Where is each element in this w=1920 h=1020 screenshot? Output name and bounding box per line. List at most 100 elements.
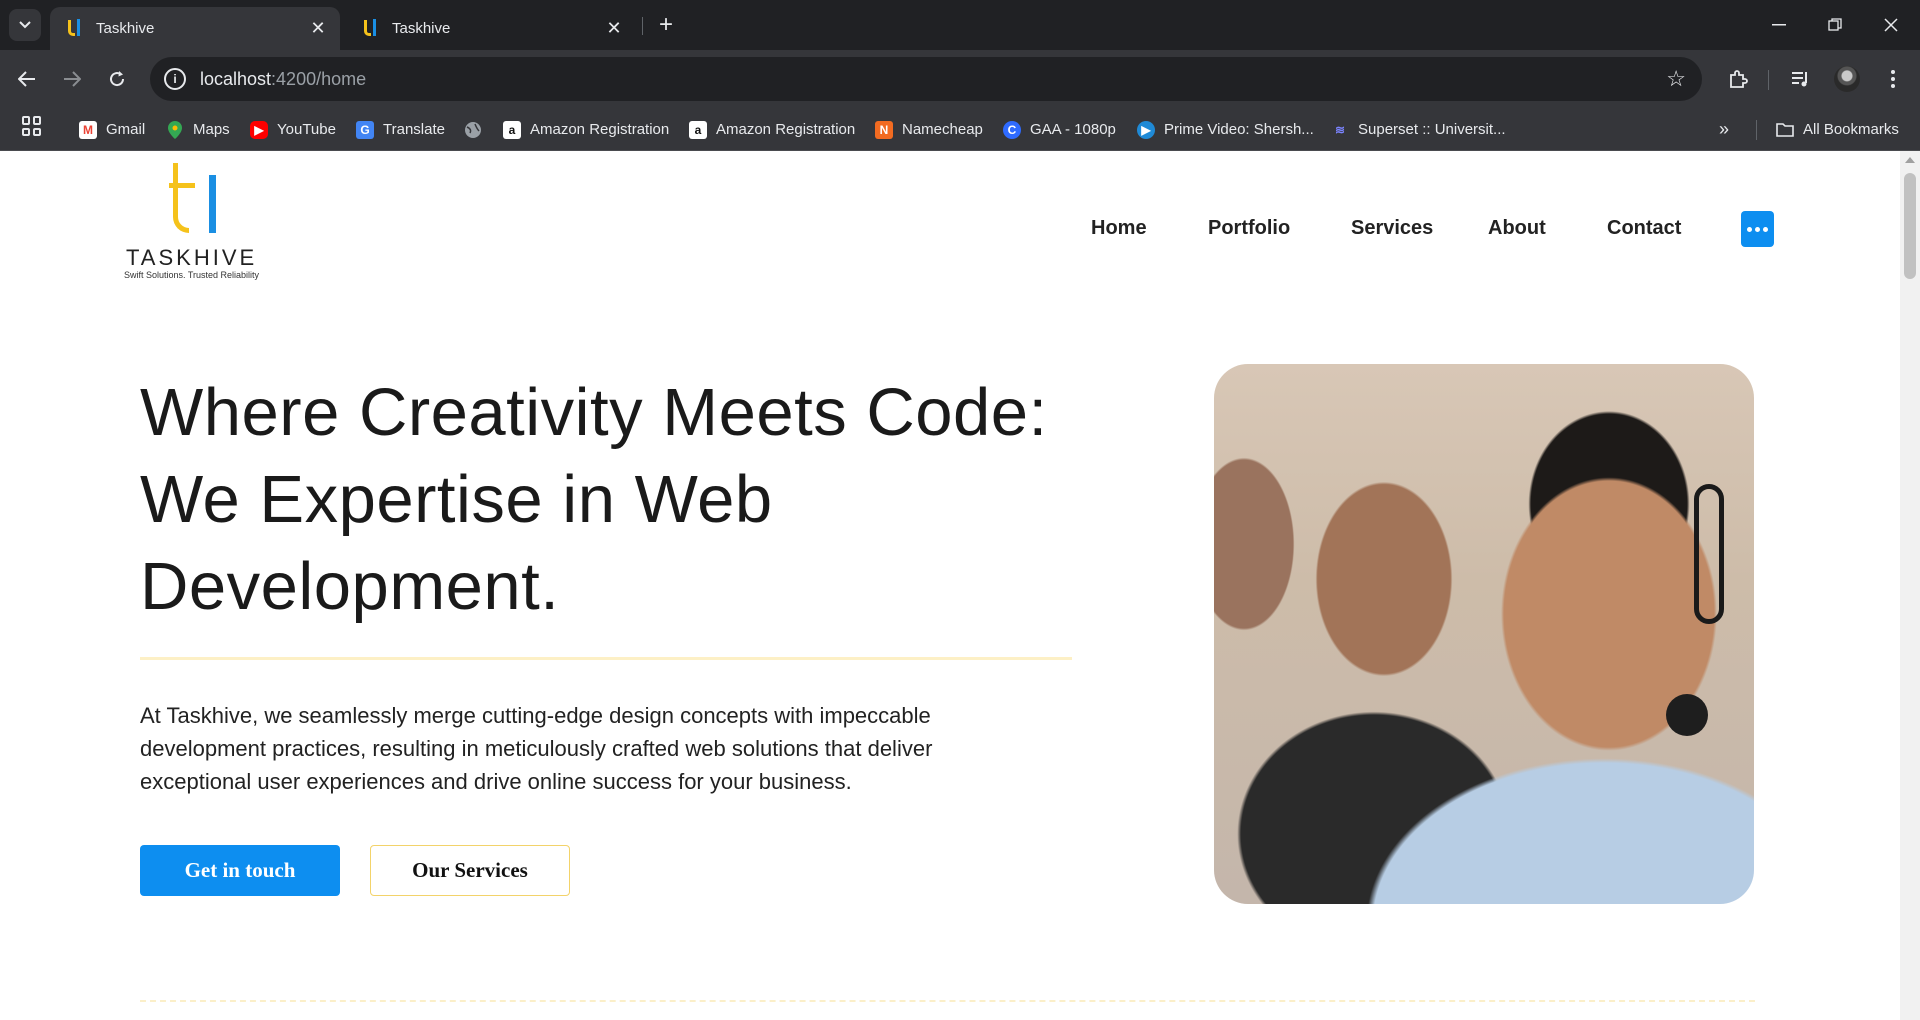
bookmark-gmail[interactable]: M Gmail bbox=[79, 108, 145, 151]
apps-icon[interactable] bbox=[22, 116, 42, 136]
taskhive-logo[interactable]: TASKHIVE Swift Solutions. Trusted Reliab… bbox=[123, 163, 273, 280]
hero-divider bbox=[140, 657, 1072, 660]
reload-button[interactable] bbox=[101, 63, 133, 95]
headset-shape bbox=[1694, 484, 1724, 624]
chevron-down-icon bbox=[19, 21, 31, 29]
amazon-icon: a bbox=[503, 120, 521, 139]
bookmark-amazon-registration-2[interactable]: a Amazon Registration bbox=[689, 108, 855, 151]
bookmark-label: Amazon Registration bbox=[716, 121, 856, 138]
arrow-left-icon bbox=[18, 71, 35, 87]
reload-icon bbox=[110, 71, 125, 87]
hero-title: Where Creativity Meets Code: We Expertis… bbox=[140, 375, 1048, 624]
site-info-icon[interactable]: i bbox=[164, 68, 186, 90]
tab-separator bbox=[642, 17, 643, 35]
bookmark-gaa[interactable]: C GAA - 1080p bbox=[1003, 108, 1116, 151]
dot-icon bbox=[1755, 226, 1760, 232]
hero-description: At Taskhive, we seamlessly merge cutting… bbox=[140, 703, 933, 794]
bookmark-label: Namecheap bbox=[902, 121, 983, 138]
bookmark-superset[interactable]: ≋ Superset :: Universit... bbox=[1331, 108, 1506, 151]
maps-icon bbox=[166, 120, 184, 139]
our-services-button[interactable]: Our Services bbox=[370, 845, 570, 896]
minimize-button[interactable] bbox=[1750, 0, 1808, 50]
translate-icon: G bbox=[356, 120, 374, 139]
toolbar-separator bbox=[1768, 70, 1769, 90]
kebab-icon bbox=[1891, 70, 1895, 88]
hero-image bbox=[1214, 364, 1754, 904]
close-window-button[interactable] bbox=[1862, 0, 1920, 50]
gmail-icon: M bbox=[79, 120, 97, 139]
bookmark-label: Translate bbox=[383, 121, 445, 138]
logo-tagline: Swift Solutions. Trusted Reliability bbox=[124, 270, 260, 280]
extensions-icon[interactable] bbox=[1722, 63, 1754, 95]
tab-search-button[interactable] bbox=[9, 9, 41, 41]
bookmarks-bar: M Gmail Maps ▶ YouTube G Translate a Ama… bbox=[0, 108, 1920, 151]
address-bar[interactable]: i localhost:4200/home ☆ bbox=[150, 57, 1702, 101]
dot-icon bbox=[1747, 226, 1752, 232]
all-bookmarks-label: All Bookmarks bbox=[1803, 121, 1899, 138]
bookmark-star-icon[interactable]: ☆ bbox=[1666, 66, 1686, 92]
bookmark-label: Amazon Registration bbox=[530, 121, 670, 138]
bookmark-namecheap[interactable]: N Namecheap bbox=[875, 108, 983, 151]
superset-icon: ≋ bbox=[1334, 122, 1346, 137]
nav-services[interactable]: Services bbox=[1351, 217, 1433, 245]
amazon-icon: a bbox=[689, 120, 707, 139]
tab-taskhive[interactable]: Taskhive ✕ bbox=[346, 7, 636, 50]
profile-avatar[interactable] bbox=[1834, 66, 1860, 92]
restore-button[interactable] bbox=[1806, 0, 1864, 50]
prime-video-icon: ▶ bbox=[1137, 120, 1155, 139]
globe-icon bbox=[464, 121, 482, 139]
nav-about[interactable]: About bbox=[1488, 217, 1546, 245]
section-divider bbox=[140, 1000, 1755, 1002]
logo-mark-stem bbox=[209, 175, 216, 233]
bookmark-label: GAA - 1080p bbox=[1030, 121, 1116, 138]
nav-home[interactable]: Home bbox=[1091, 217, 1147, 245]
bookmark-globe[interactable] bbox=[464, 108, 491, 151]
close-icon bbox=[1884, 18, 1898, 32]
page-scrollbar[interactable] bbox=[1900, 151, 1920, 1020]
bookmark-prime-video[interactable]: ▶ Prime Video: Shersh... bbox=[1137, 108, 1314, 151]
nav-portfolio[interactable]: Portfolio bbox=[1208, 217, 1290, 245]
tab-title: Taskhive bbox=[392, 20, 451, 37]
url-text[interactable]: localhost:4200/home bbox=[200, 69, 366, 90]
arrow-right-icon bbox=[64, 71, 81, 87]
bookmarks-separator bbox=[1756, 120, 1757, 140]
close-tab-icon[interactable]: ✕ bbox=[604, 18, 624, 39]
playlist-icon bbox=[1792, 72, 1807, 87]
bookmark-translate[interactable]: G Translate bbox=[356, 108, 445, 151]
logo-mark-bar bbox=[169, 183, 195, 188]
get-in-touch-button[interactable]: Get in touch bbox=[140, 845, 340, 896]
media-controls-icon[interactable] bbox=[1785, 63, 1817, 95]
folder-icon bbox=[1776, 121, 1794, 139]
url-path: :4200/home bbox=[271, 68, 367, 89]
youtube-icon: ▶ bbox=[250, 120, 268, 139]
restore-icon bbox=[1828, 18, 1842, 31]
more-menu-button[interactable] bbox=[1741, 211, 1774, 247]
close-tab-icon[interactable]: ✕ bbox=[308, 18, 328, 39]
url-host: localhost bbox=[200, 68, 272, 89]
bookmark-label: YouTube bbox=[277, 121, 336, 138]
back-button[interactable] bbox=[11, 63, 43, 95]
new-tab-button[interactable]: + bbox=[652, 11, 680, 39]
tab-taskhive-active[interactable]: Taskhive ✕ bbox=[50, 7, 340, 50]
bookmark-label: Prime Video: Shersh... bbox=[1164, 121, 1314, 138]
taskhive-favicon-icon bbox=[362, 18, 380, 39]
browser-menu-icon[interactable] bbox=[1877, 63, 1909, 95]
bookmark-maps[interactable]: Maps bbox=[166, 108, 230, 151]
logo-wordmark: TASKHIVE bbox=[126, 245, 258, 270]
tab-strip: Taskhive ✕ Taskhive ✕ + bbox=[0, 0, 1920, 50]
microphone-shape bbox=[1666, 694, 1708, 736]
bookmark-youtube[interactable]: ▶ YouTube bbox=[250, 108, 336, 151]
bookmark-amazon-registration-1[interactable]: a Amazon Registration bbox=[503, 108, 669, 151]
nav-contact[interactable]: Contact bbox=[1607, 217, 1681, 245]
all-bookmarks-button[interactable]: All Bookmarks bbox=[1776, 108, 1899, 151]
browser-toolbar: i localhost:4200/home ☆ bbox=[0, 50, 1920, 108]
bookmark-label: Gmail bbox=[106, 121, 146, 138]
scroll-up-icon[interactable] bbox=[1905, 157, 1915, 163]
namecheap-icon: N bbox=[875, 120, 893, 139]
logo-mark bbox=[173, 163, 189, 233]
more-bookmarks-button[interactable]: » bbox=[1719, 108, 1729, 151]
forward-button[interactable] bbox=[56, 63, 88, 95]
page-viewport: TASKHIVE Swift Solutions. Trusted Reliab… bbox=[0, 151, 1900, 1020]
bookmark-label: Maps bbox=[193, 121, 230, 138]
scrollbar-thumb[interactable] bbox=[1904, 173, 1916, 279]
